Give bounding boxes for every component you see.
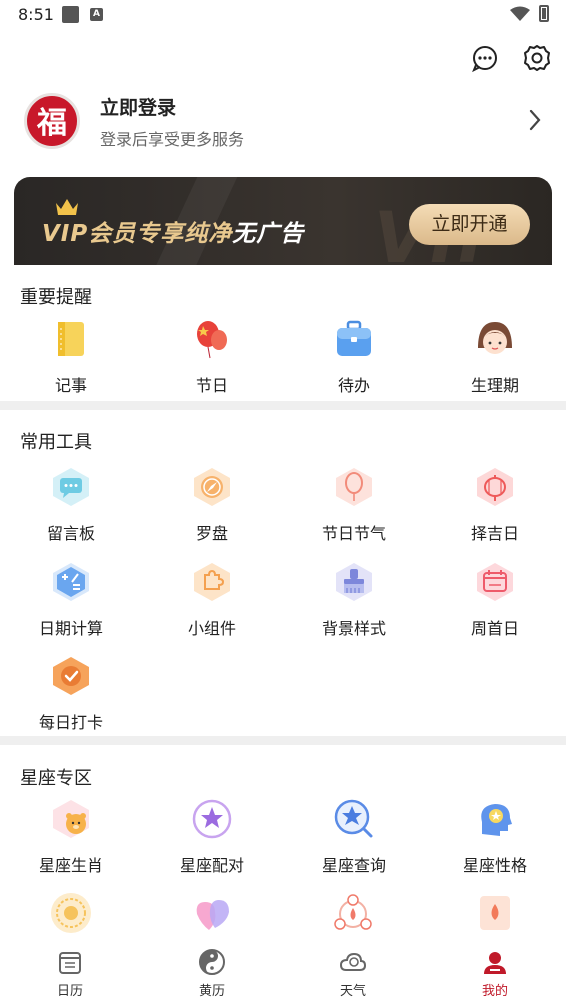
grid-label: 星座性格 (462, 856, 527, 875)
login-title[interactable]: 立即登录 (100, 93, 176, 120)
festival-balloon-icon (336, 468, 372, 506)
grid-item-zodiac-match[interactable]: 星座配对 (152, 798, 272, 876)
nav-label: 日历 (56, 984, 83, 999)
grid-label: 择吉日 (470, 524, 519, 543)
user-icon (484, 952, 506, 974)
settings-gear-icon[interactable] (522, 43, 552, 73)
yinyang-icon (199, 949, 225, 975)
nav-label: 天气 (339, 984, 366, 999)
zodiac-personality-icon (481, 804, 512, 836)
briefcase-icon (337, 320, 371, 356)
weather-icon (339, 952, 367, 971)
grid-item-zodiac-personality[interactable]: 星座性格 (435, 798, 555, 876)
grid-label: 背景样式 (321, 619, 386, 638)
compass-icon (194, 468, 230, 506)
balloon-icon (197, 321, 227, 359)
wifi-icon (510, 6, 530, 21)
avatar[interactable]: 福 (24, 93, 80, 149)
vip-slogan-gold: VIP会员专享纯净 (42, 221, 233, 247)
message-board-icon (53, 468, 89, 506)
section-title-tools: 常用工具 (20, 432, 92, 453)
notification-square-icon (62, 6, 79, 23)
calendar-icon (59, 952, 81, 974)
grid-item-compass[interactable]: 罗盘 (152, 466, 272, 544)
status-time: 8:51 (18, 5, 54, 24)
nav-item-calendar[interactable]: 日历 (30, 940, 110, 999)
grid-item-auspicious-day[interactable]: 择吉日 (435, 466, 555, 544)
vip-slogan: VIP会员专享纯净无广告 (42, 214, 304, 248)
grid-label: 星座生肖 (38, 856, 103, 875)
grid-item-period[interactable]: 生理期 (435, 318, 555, 396)
widget-icon (194, 563, 230, 601)
grid-label: 节日 (195, 376, 228, 395)
grid-label: 生理期 (470, 376, 519, 395)
grid-item-background-style[interactable]: 背景样式 (294, 561, 414, 639)
section-divider (0, 401, 566, 410)
battery-icon (539, 5, 549, 22)
nav-item-weather[interactable]: 天气 (313, 940, 393, 999)
grid-label: 星座配对 (179, 856, 244, 875)
section-title-reminders: 重要提醒 (20, 287, 92, 308)
hearts-icon[interactable] (191, 892, 233, 934)
nav-item-mine[interactable]: 我的 (455, 940, 535, 999)
grid-label: 日期计算 (38, 619, 103, 638)
grid-label: 记事 (54, 376, 87, 395)
grid-item-notes[interactable]: 记事 (11, 318, 131, 396)
drop-card-icon[interactable] (474, 892, 516, 934)
zodiac-search-icon (334, 799, 373, 838)
week-start-icon (477, 563, 513, 601)
grid-item-zodiac-search[interactable]: 星座查询 (294, 798, 414, 876)
sun-badge-icon[interactable] (50, 892, 92, 934)
girl-face-icon (478, 322, 512, 354)
vip-open-button[interactable]: 立即开通 (409, 204, 530, 245)
section-divider (0, 736, 566, 745)
grid-label: 待办 (337, 376, 370, 395)
grid-item-daily-checkin[interactable]: 每日打卡 (11, 655, 131, 733)
grid-label: 星座查询 (321, 856, 386, 875)
lantern-icon (477, 468, 513, 506)
chevron-right-icon[interactable] (528, 108, 542, 132)
grid-item-message-board[interactable]: 留言板 (11, 466, 131, 544)
zodiac-match-icon (192, 799, 232, 839)
nav-label: 我的 (481, 984, 508, 999)
status-bar: 8:51 A (0, 0, 566, 30)
nav-item-almanac[interactable]: 黄历 (172, 940, 252, 999)
grid-label: 小组件 (187, 619, 236, 638)
grid-item-week-start[interactable]: 周首日 (435, 561, 555, 639)
brush-icon (336, 563, 372, 601)
grid-item-todo[interactable]: 待办 (294, 318, 414, 396)
vip-slogan-white: 无广告 (232, 221, 305, 247)
grid-label: 节日节气 (321, 524, 386, 543)
grid-label: 周首日 (470, 619, 519, 638)
grid-label: 每日打卡 (38, 713, 103, 732)
checkin-icon (53, 657, 89, 695)
notification-a-icon: A (90, 8, 103, 21)
zodiac-animal-icon (53, 800, 89, 838)
grid-label: 留言板 (46, 524, 95, 543)
vip-banner[interactable]: VIP VIP会员专享纯净无广告 立即开通 (14, 177, 552, 265)
grid-label: 罗盘 (195, 524, 228, 543)
grid-item-festival-terms[interactable]: 节日节气 (294, 466, 414, 544)
bottom-nav: 日历 黄历 天气 我的 (0, 940, 566, 1006)
grid-item-widget[interactable]: 小组件 (152, 561, 272, 639)
login-subtitle: 登录后享受更多服务 (100, 130, 245, 149)
section-title-zodiac: 星座专区 (20, 768, 92, 789)
grid-item-zodiac-animal[interactable]: 星座生肖 (11, 798, 131, 876)
notepad-icon (58, 322, 84, 356)
nav-label: 黄历 (198, 984, 225, 999)
message-icon[interactable] (470, 43, 500, 73)
blood-type-icon[interactable] (332, 892, 374, 934)
grid-item-festival[interactable]: 节日 (152, 318, 272, 396)
date-calc-icon (53, 563, 89, 601)
grid-item-date-calc[interactable]: 日期计算 (11, 561, 131, 639)
